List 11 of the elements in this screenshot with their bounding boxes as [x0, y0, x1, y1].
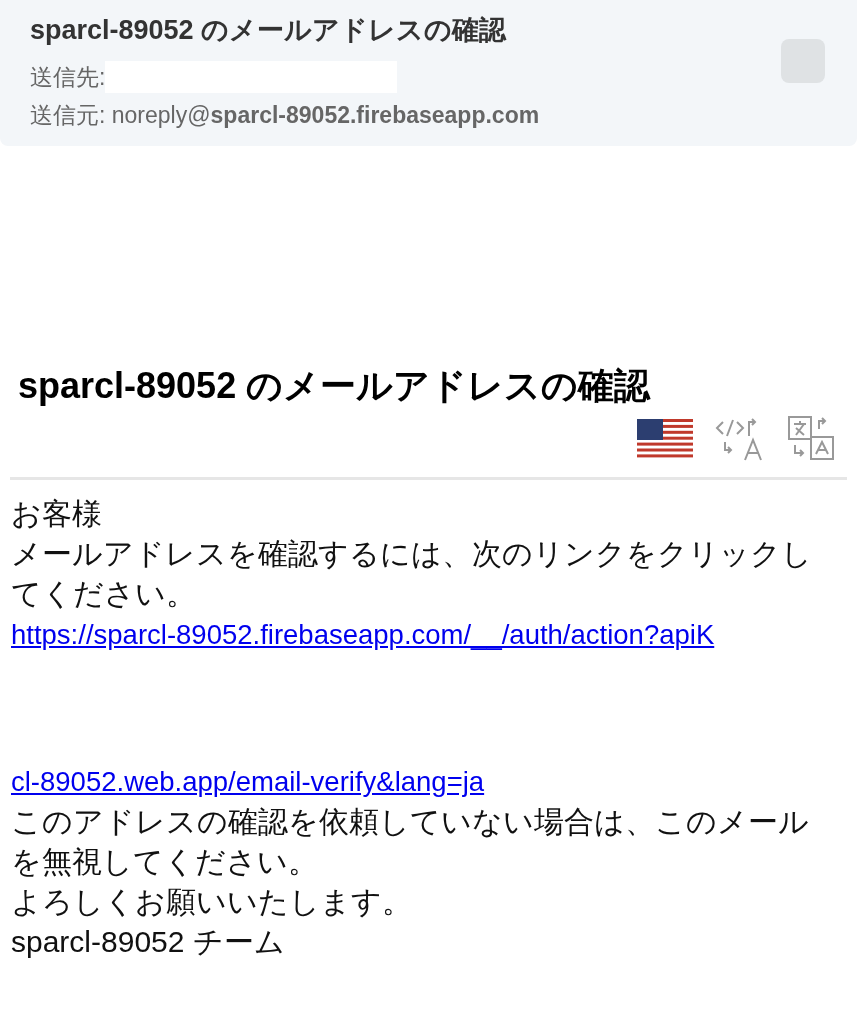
email-subject: sparcl-89052 のメールアドレスの確認	[30, 14, 508, 47]
body-text: このアドレスの確認を依頼していない場合は、このメールを無視してください。	[11, 804, 810, 880]
verify-link[interactable]: https://sparcl-89052.firebaseapp.com/__/auth/action?apiK	[11, 619, 715, 650]
body-text: メールアドレスを確認するには、次のリンクをクリックしてください。	[11, 536, 813, 612]
body-text: よろしくお願いいたします。	[11, 884, 413, 920]
to-label: 送信先:	[30, 62, 106, 92]
email-title: sparcl-89052 のメールアドレスの確認	[18, 364, 652, 408]
verify-link[interactable]: cl-89052.web.app/email-verify&lang=ja	[11, 766, 485, 797]
body-text: お客様	[11, 496, 103, 532]
body-text: sparcl-89052 チーム	[11, 924, 286, 960]
from-address: 送信元: noreply@sparcl-89052.firebaseapp.com	[30, 100, 540, 130]
